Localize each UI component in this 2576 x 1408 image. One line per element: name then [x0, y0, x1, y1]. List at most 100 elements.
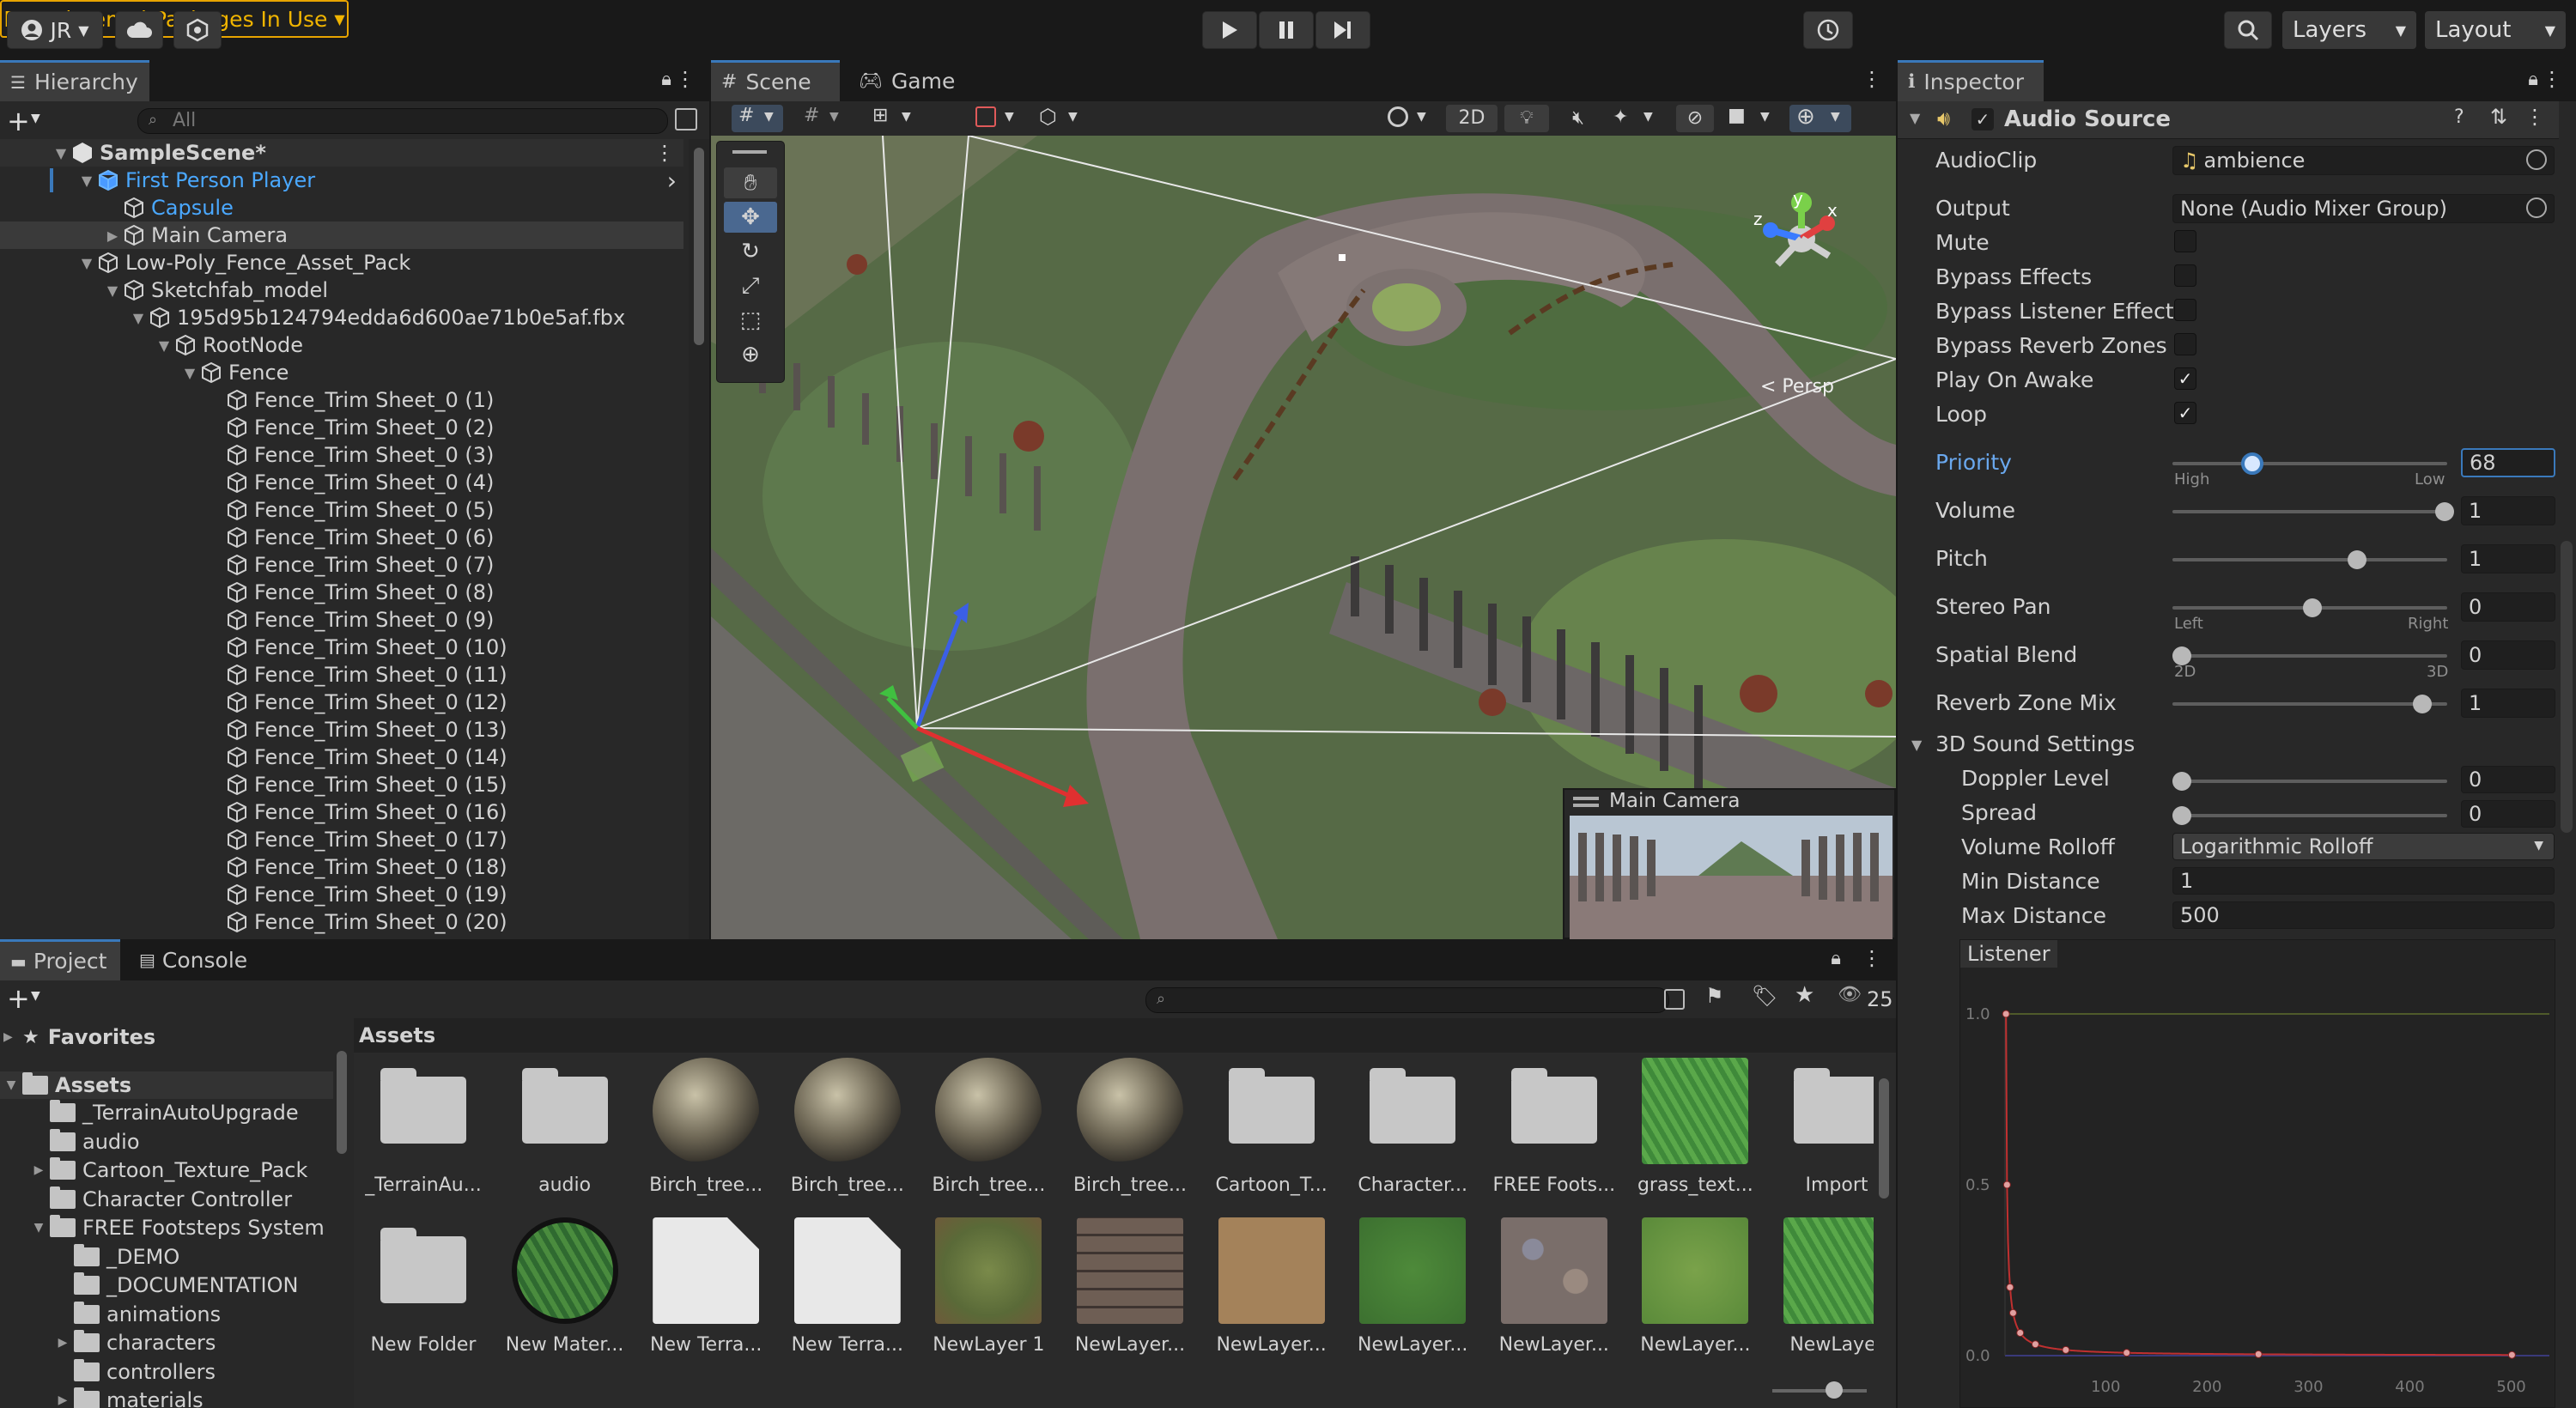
mute-checkbox[interactable] — [2174, 230, 2196, 252]
play-button[interactable] — [1202, 11, 1257, 49]
hierarchy-row[interactable]: Fence_Trim Sheet_0 (13) — [0, 716, 683, 743]
kebab-menu-icon[interactable]: ⋮ — [2542, 67, 2562, 91]
chevron-down-icon[interactable]: ▼ — [77, 173, 96, 189]
search-by-type-icon[interactable] — [1664, 989, 1685, 1010]
kebab-menu-icon[interactable]: ⋮ — [1862, 67, 1882, 91]
project-folder-item[interactable]: Character Controller — [27, 1186, 292, 1213]
chevron-down-icon[interactable]: ▼ — [180, 365, 199, 381]
hierarchy-row[interactable]: Fence_Trim Sheet_0 (8) — [0, 579, 683, 606]
grid-snap-button[interactable]: # ▼ — [732, 105, 783, 132]
toggle-2d-button[interactable]: 2D — [1446, 105, 1498, 132]
lock-icon[interactable]: 🔒︎ — [1831, 948, 1841, 969]
asset-tile[interactable]: Character... — [1348, 1058, 1477, 1196]
volume-input[interactable]: 1 — [2461, 496, 2555, 525]
lighting-toggle[interactable]: 💡︎ — [1504, 105, 1549, 132]
project-folder-item[interactable]: ▶ characters — [52, 1329, 216, 1356]
chevron-down-icon[interactable]: ▼ — [103, 282, 122, 299]
drag-handle-icon[interactable] — [1573, 797, 1599, 800]
tab-inspector[interactable]: ℹ Inspector — [1898, 60, 2044, 101]
account-dropdown[interactable]: JR ▼ — [7, 11, 103, 49]
breadcrumb-assets[interactable]: Assets — [359, 1023, 435, 1047]
hierarchy-row[interactable]: ▶ Main Camera — [0, 222, 683, 249]
assets-scrollbar[interactable] — [1875, 1053, 1893, 1375]
hierarchy-row[interactable]: ▼ First Person Player › — [0, 167, 683, 195]
tree-scrollbar[interactable] — [333, 1035, 350, 1408]
hierarchy-row[interactable]: Fence_Trim Sheet_0 (20) — [0, 908, 683, 936]
filter-icon[interactable] — [675, 108, 697, 130]
rotate-tool[interactable]: ↻ — [724, 236, 777, 267]
audioclip-field[interactable]: ♫ ambience — [2172, 146, 2555, 175]
lock-icon[interactable]: 🔒︎ — [661, 69, 671, 90]
hierarchy-row[interactable]: Fence_Trim Sheet_0 (1) — [0, 386, 683, 414]
asset-tile[interactable]: Birch_tree... — [1066, 1058, 1194, 1196]
transform-tool[interactable]: ⊕ — [724, 339, 777, 370]
services-button[interactable] — [173, 11, 222, 49]
project-folder-item[interactable]: animations — [52, 1301, 221, 1328]
reverb-zone-mix-knob[interactable] — [2413, 695, 2432, 713]
scene-viewport[interactable]: y x z < Persp ✋︎ ✥ ↻ ⤢ ⬚ ⊕ Main Camera — [711, 136, 1896, 939]
hierarchy-row[interactable]: ▼ RootNode — [0, 331, 683, 359]
asset-tile[interactable]: Birch_tree... — [641, 1058, 770, 1196]
asset-tile[interactable]: New Terra... — [641, 1217, 770, 1356]
spatial-blend-slider[interactable] — [2172, 646, 2447, 665]
scene-root-row[interactable]: ▼ SampleScene* ⋮ — [0, 139, 683, 167]
increment-snap-button[interactable]: # ▼ — [797, 105, 848, 132]
slider-knob[interactable] — [1826, 1381, 1843, 1399]
spread-knob[interactable] — [2172, 806, 2191, 825]
asset-tile[interactable]: NewLayer 1 — [924, 1217, 1053, 1356]
step-button[interactable] — [1315, 11, 1370, 49]
favorites-item[interactable]: ▶ ★ Favorites — [3, 1023, 155, 1051]
asset-tile[interactable]: NewLayer... — [1490, 1217, 1619, 1356]
hierarchy-row[interactable]: Fence_Trim Sheet_0 (17) — [0, 826, 683, 853]
hierarchy-row[interactable]: Fence_Trim Sheet_0 (10) — [0, 634, 683, 661]
persp-label[interactable]: < Persp — [1760, 376, 1834, 398]
stereo-pan-input[interactable]: 0 — [2461, 592, 2555, 622]
assets-root-item[interactable]: ▼ Assets — [0, 1071, 333, 1099]
bypass-effects-checkbox[interactable] — [2174, 264, 2196, 287]
hierarchy-row[interactable]: Fence_Trim Sheet_0 (4) — [0, 469, 683, 496]
hierarchy-row[interactable]: ▼ Low-Poly_Fence_Asset_Pack — [0, 249, 683, 276]
chevron-down-icon[interactable]: ▼ — [52, 145, 70, 161]
volume-rolloff-dropdown[interactable]: Logarithmic Rolloff ▼ — [2172, 833, 2555, 860]
undo-history-button[interactable] — [1803, 11, 1853, 49]
object-picker-icon[interactable] — [2526, 197, 2547, 218]
chevron-down-icon[interactable]: ▼ — [31, 112, 40, 125]
pitch-knob[interactable] — [2348, 550, 2366, 569]
doppler-input[interactable]: 0 — [2461, 766, 2555, 793]
render-mode-button[interactable]: ⬡ ▼ — [1036, 105, 1087, 132]
lock-icon[interactable]: 🔒︎ — [2528, 69, 2538, 90]
camera-settings-button[interactable]: ■ ▼ — [1722, 105, 1783, 132]
filter-type-icon[interactable]: ⚑ — [1705, 984, 1724, 1008]
chevron-down-icon[interactable]: ▼ — [31, 989, 40, 1003]
hierarchy-row[interactable]: Fence_Trim Sheet_0 (15) — [0, 771, 683, 798]
project-folder-item[interactable]: ▼ FREE Footsteps System — [27, 1214, 325, 1241]
asset-tile[interactable]: grass_text... — [1631, 1058, 1759, 1196]
chevron-down-icon[interactable]: ▼ — [77, 255, 96, 271]
doppler-slider[interactable] — [2172, 772, 2447, 791]
project-folder-item[interactable]: ▶ materials — [52, 1387, 204, 1408]
component-header[interactable]: ▼ 🔊︎ ✓ Audio Source ? ⇅ ⋮ — [1898, 101, 2559, 139]
sound3d-foldout[interactable]: 3D Sound Settings — [1935, 731, 2135, 756]
asset-tile[interactable]: Import — [1772, 1058, 1874, 1196]
chevron-right-icon[interactable]: ▶ — [27, 1163, 50, 1177]
pitch-slider[interactable] — [2172, 550, 2447, 569]
icon-size-slider[interactable] — [1772, 1381, 1867, 1399]
project-folder-item[interactable]: _TerrainAutoUpgrade — [27, 1099, 299, 1126]
max-distance-input[interactable]: 500 — [2172, 901, 2555, 929]
priority-knob[interactable] — [2241, 452, 2263, 475]
search-button[interactable] — [2224, 11, 2272, 49]
asset-tile[interactable]: NewLayer... — [1631, 1217, 1759, 1356]
audio-toggle[interactable]: 🔇︎ — [1558, 105, 1599, 132]
ruler-button[interactable]: ⊞ ▼ — [866, 105, 926, 132]
move-tool[interactable]: ✥ — [724, 202, 777, 233]
add-icon[interactable]: + — [7, 105, 30, 137]
loop-checkbox[interactable]: ✓ — [2174, 402, 2196, 424]
project-folder-item[interactable]: _DEMO — [52, 1243, 179, 1271]
layout-dropdown[interactable]: Layout ▼ — [2425, 11, 2566, 49]
doppler-knob[interactable] — [2172, 772, 2191, 791]
inspector-scrollbar[interactable] — [2561, 541, 2573, 833]
hidden-objects-toggle[interactable]: ⊘ — [1676, 105, 1714, 132]
priority-input[interactable]: 68 — [2461, 448, 2555, 477]
hierarchy-row[interactable]: Fence_Trim Sheet_0 (19) — [0, 881, 683, 908]
effects-button[interactable]: ✦ ▼ — [1606, 105, 1666, 132]
